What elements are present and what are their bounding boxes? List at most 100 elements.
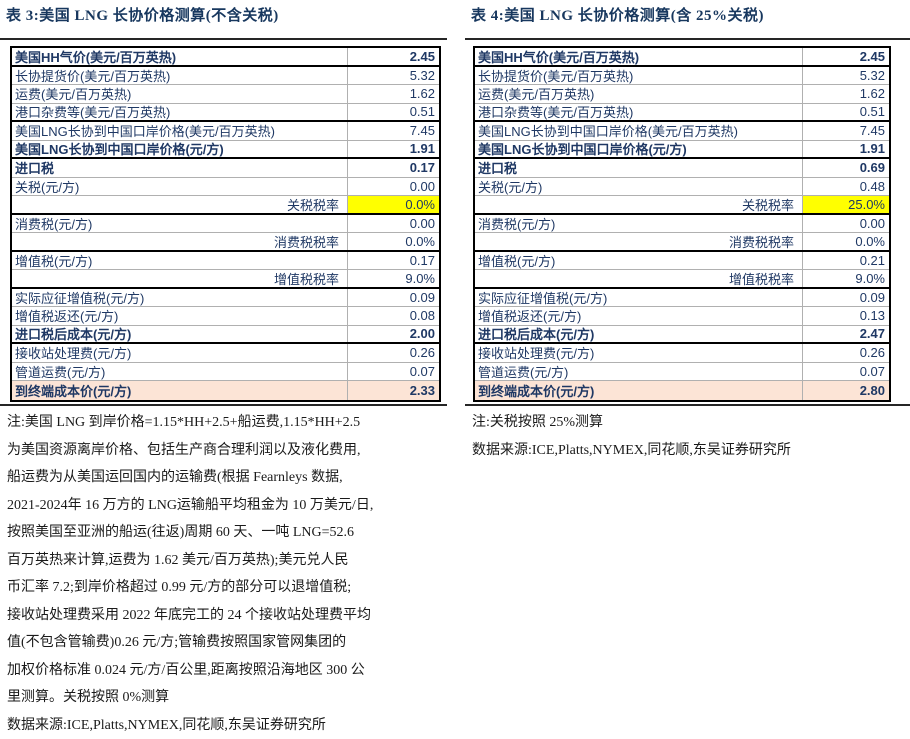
table-row: 消费税(元/方)0.00 (12, 215, 439, 234)
row-value: 0.21 (802, 252, 889, 270)
table3-title: 表 3:美国 LNG 长协价格测算(不含关税) (6, 4, 279, 25)
row-label: 到终端成本价(元/方) (12, 381, 347, 400)
row-value: 7.45 (347, 122, 439, 140)
note-line: 按照美国至亚洲的船运(往返)周期 60 天、一吨 LNG=52.6 (7, 519, 451, 547)
table-row: 关税税率25.0% (475, 196, 889, 215)
row-value: 0.51 (802, 104, 889, 121)
row-label: 关税(元/方) (475, 177, 802, 196)
row-label: 增值税(元/方) (475, 251, 802, 270)
row-label: 实际应征增值税(元/方) (12, 288, 347, 307)
table-row: 接收站处理费(元/方)0.26 (12, 344, 439, 363)
row-label: 运费(美元/百万英热) (475, 84, 802, 103)
row-value: 9.0% (802, 270, 889, 287)
note-line: 币汇率 7.2;到岸价格超过 0.99 元/方的部分可以退增值税; (7, 574, 451, 602)
row-label: 港口杂费等(美元/百万英热) (12, 102, 347, 121)
row-label: 美国LNG长协到中国口岸价格(美元/百万英热) (12, 121, 347, 140)
row-value: 5.32 (802, 67, 889, 85)
table3-notes: 注:美国 LNG 到岸价格=1.15*HH+2.5+船运费,1.15*HH+2.… (7, 409, 451, 739)
table-row: 运费(美元/百万英热)1.62 (475, 85, 889, 104)
note-line: 接收站处理费采用 2022 年底完工的 24 个接收站处理费平均 (7, 602, 451, 630)
note-line: 注:美国 LNG 到岸价格=1.15*HH+2.5+船运费,1.15*HH+2.… (7, 409, 451, 437)
row-value: 0.69 (802, 159, 889, 177)
row-value: 5.32 (347, 67, 439, 85)
table-row: 进口税后成本(元/方)2.47 (475, 326, 889, 345)
row-label: 接收站处理费(元/方) (12, 343, 347, 362)
table-row: 港口杂费等(美元/百万英热)0.51 (475, 104, 889, 123)
table-row: 增值税返还(元/方)0.13 (475, 307, 889, 326)
row-label: 增值税返还(元/方) (12, 306, 347, 325)
table3-calc-table: 美国HH气价(美元/百万英热)2.45长协提货价(美元/百万英热)5.32运费(… (10, 46, 441, 402)
note-line: 注:关税按照 25%测算 (472, 409, 906, 437)
table-row: 增值税税率9.0% (475, 270, 889, 289)
table-row: 美国HH气价(美元/百万英热)2.45 (12, 48, 439, 67)
row-label: 港口杂费等(美元/百万英热) (475, 102, 802, 121)
table-row: 进口税0.69 (475, 159, 889, 178)
row-label: 美国HH气价(美元/百万英热) (12, 47, 347, 66)
row-label: 接收站处理费(元/方) (475, 343, 802, 362)
table-row: 关税(元/方)0.00 (12, 178, 439, 197)
table-row: 增值税返还(元/方)0.08 (12, 307, 439, 326)
row-value: 25.0% (802, 196, 889, 213)
row-value: 1.62 (802, 85, 889, 103)
row-label: 消费税(元/方) (12, 214, 347, 233)
row-label: 关税(元/方) (12, 177, 347, 196)
row-value: 0.0% (802, 233, 889, 250)
table-row: 美国LNG长协到中国口岸价格(美元/百万英热)7.45 (475, 122, 889, 141)
row-value: 0.13 (802, 307, 889, 325)
table-row: 到终端成本价(元/方)2.80 (475, 381, 889, 400)
table-row: 进口税后成本(元/方)2.00 (12, 326, 439, 345)
table-row: 运费(美元/百万英热)1.62 (12, 85, 439, 104)
row-value: 7.45 (802, 122, 889, 140)
table-row: 消费税税率0.0% (475, 233, 889, 252)
table-row: 美国LNG长协到中国口岸价格(美元/百万英热)7.45 (12, 122, 439, 141)
row-value: 0.09 (802, 289, 889, 307)
table-row: 管道运费(元/方)0.07 (475, 363, 889, 382)
table-row: 港口杂费等(美元/百万英热)0.51 (12, 104, 439, 123)
row-value: 0.07 (347, 363, 439, 381)
row-value: 0.48 (802, 178, 889, 196)
row-value: 0.00 (347, 215, 439, 233)
row-label: 运费(美元/百万英热) (12, 84, 347, 103)
row-label: 美国LNG长协到中国口岸价格(元/方) (475, 139, 802, 158)
note-line: 加权价格标准 0.024 元/方/百公里,距离按照沿海地区 300 公 (7, 657, 451, 685)
table-row: 实际应征增值税(元/方)0.09 (475, 289, 889, 308)
table4-top-rule (465, 38, 910, 40)
table4-calc-table: 美国HH气价(美元/百万英热)2.45长协提货价(美元/百万英热)5.32运费(… (473, 46, 891, 402)
table4-bottom-rule (465, 404, 910, 406)
table3-top-rule (0, 38, 447, 40)
table4-title: 表 4:美国 LNG 长协价格测算(含 25%关税) (471, 4, 764, 25)
row-value: 0.26 (802, 344, 889, 362)
row-value: 1.62 (347, 85, 439, 103)
note-line: 数据来源:ICE,Platts,NYMEX,同花顺,东吴证券研究所 (7, 712, 451, 739)
row-label: 长协提货价(美元/百万英热) (12, 66, 347, 85)
table-row: 管道运费(元/方)0.07 (12, 363, 439, 382)
row-value: 2.45 (802, 48, 889, 65)
row-label: 美国LNG长协到中国口岸价格(美元/百万英热) (475, 121, 802, 140)
table-row: 增值税税率9.0% (12, 270, 439, 289)
row-label: 长协提货价(美元/百万英热) (475, 66, 802, 85)
row-value: 0.07 (802, 363, 889, 381)
table-row: 消费税(元/方)0.00 (475, 215, 889, 234)
table3-bottom-rule (0, 404, 447, 406)
row-value: 2.47 (802, 326, 889, 343)
table-row: 美国LNG长协到中国口岸价格(元/方)1.91 (12, 141, 439, 160)
table-row: 接收站处理费(元/方)0.26 (475, 344, 889, 363)
table-row: 消费税税率0.0% (12, 233, 439, 252)
note-line: 百万英热来计算,运费为 1.62 美元/百万英热);美元兑人民 (7, 547, 451, 575)
row-value: 0.0% (347, 196, 439, 213)
row-label: 到终端成本价(元/方) (475, 381, 802, 400)
row-label: 进口税 (12, 158, 347, 177)
table-row: 实际应征增值税(元/方)0.09 (12, 289, 439, 308)
row-label: 美国LNG长协到中国口岸价格(元/方) (12, 139, 347, 158)
row-label: 消费税(元/方) (475, 214, 802, 233)
note-line: 船运费为从美国运回国内的运输费(根据 Fearnleys 数据, (7, 464, 451, 492)
table-row: 美国LNG长协到中国口岸价格(元/方)1.91 (475, 141, 889, 160)
row-label: 关税税率 (475, 195, 802, 214)
row-label: 美国HH气价(美元/百万英热) (475, 47, 802, 66)
row-value: 0.00 (347, 178, 439, 196)
row-label: 增值税税率 (475, 269, 802, 288)
row-value: 2.00 (347, 326, 439, 343)
row-label: 增值税税率 (12, 269, 347, 288)
table-row: 长协提货价(美元/百万英热)5.32 (475, 67, 889, 86)
row-label: 关税税率 (12, 195, 347, 214)
